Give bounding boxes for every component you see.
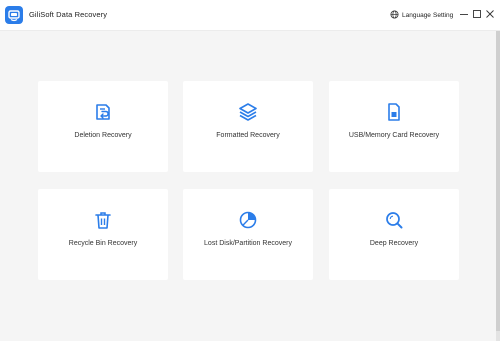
maximize-icon xyxy=(472,6,482,24)
lost-disk-partition-recovery-card[interactable]: Lost Disk/Partition Recovery xyxy=(183,189,313,280)
minimize-button[interactable] xyxy=(458,9,470,21)
card-label: Lost Disk/Partition Recovery xyxy=(204,240,292,247)
setting-button[interactable]: Setting xyxy=(433,12,453,19)
app-title: GiliSoft Data Recovery xyxy=(29,10,108,19)
vertical-scrollbar[interactable] xyxy=(496,31,500,341)
close-button[interactable] xyxy=(484,9,496,21)
trash-bin-icon xyxy=(93,210,113,230)
usb-memory-card-recovery-card[interactable]: USB/Memory Card Recovery xyxy=(329,81,459,172)
title-bar: GiliSoft Data Recovery Language Setting xyxy=(0,0,500,31)
card-label: Formatted Recovery xyxy=(216,132,280,139)
deletion-recovery-card[interactable]: Deletion Recovery xyxy=(38,81,168,172)
layers-icon xyxy=(238,102,258,122)
recycle-bin-recovery-card[interactable]: Recycle Bin Recovery xyxy=(38,189,168,280)
minimize-icon xyxy=(459,6,469,24)
deep-recovery-card[interactable]: Deep Recovery xyxy=(329,189,459,280)
card-label: USB/Memory Card Recovery xyxy=(348,132,440,139)
formatted-recovery-card[interactable]: Formatted Recovery xyxy=(183,81,313,172)
card-label: Deletion Recovery xyxy=(74,132,132,139)
scrollbar-thumb[interactable] xyxy=(496,31,500,331)
magnifier-icon xyxy=(384,210,404,230)
app-logo-icon xyxy=(5,6,23,24)
maximize-button[interactable] xyxy=(471,9,483,21)
language-label: Language xyxy=(402,12,431,19)
globe-icon xyxy=(390,10,399,21)
card-label: Recycle Bin Recovery xyxy=(68,240,138,247)
partition-pie-icon xyxy=(238,210,258,230)
language-button[interactable]: Language xyxy=(390,9,431,22)
deleted-file-restore-icon xyxy=(93,102,113,122)
close-icon xyxy=(485,6,495,24)
sd-card-icon xyxy=(384,102,404,122)
card-label: Deep Recovery xyxy=(369,240,419,247)
